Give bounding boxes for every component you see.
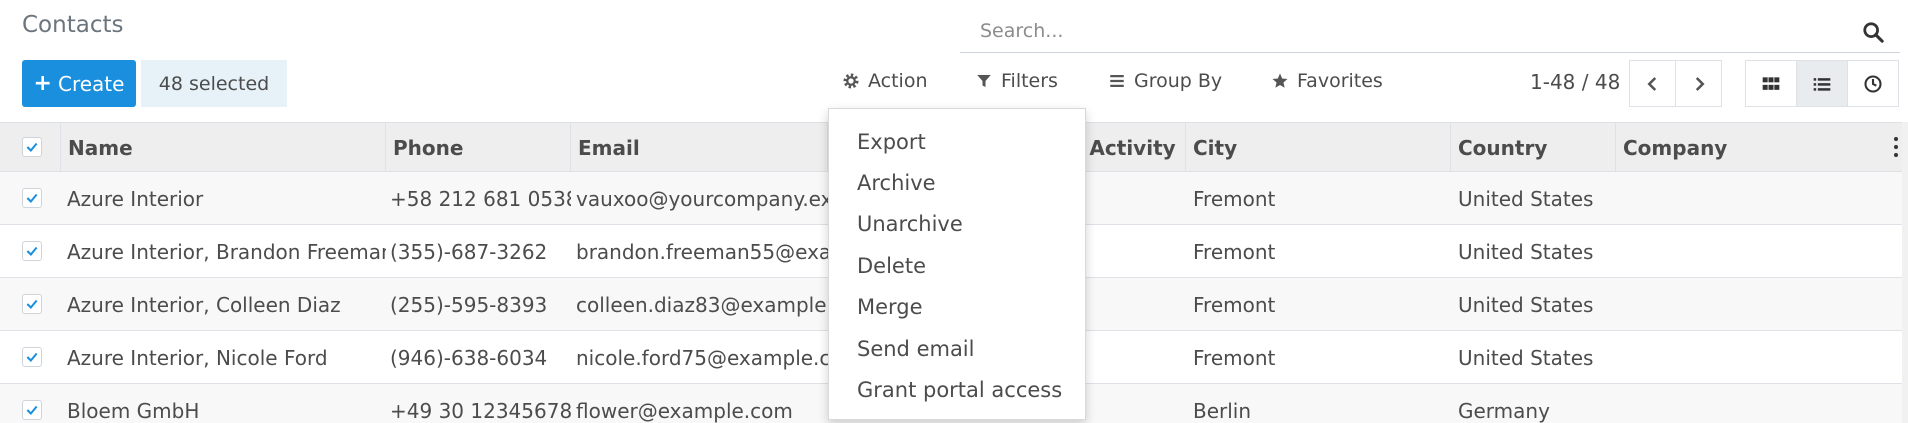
cell-name: Azure Interior, Nicole Ford xyxy=(67,345,328,370)
filters-button[interactable]: Filters xyxy=(975,70,1058,92)
cell-email: vauxoo@yourcompany.exa xyxy=(576,186,828,211)
kanban-view-button[interactable] xyxy=(1745,60,1797,107)
action-label: Action xyxy=(868,70,928,92)
menu-item-unarchive[interactable]: Unarchive xyxy=(829,204,1085,245)
filter-icon xyxy=(977,75,991,87)
menu-item-merge[interactable]: Merge xyxy=(829,287,1085,328)
column-header-country[interactable]: Country xyxy=(1451,123,1616,172)
cell-phone: (946)-638-6034 xyxy=(390,345,548,370)
menu-item-archive[interactable]: Archive xyxy=(829,162,1085,203)
filters-label: Filters xyxy=(1001,70,1058,92)
check-icon xyxy=(26,299,38,310)
cell-company xyxy=(1616,172,1902,225)
vertical-scrollbar[interactable] xyxy=(1902,122,1908,423)
cell-city: Fremont xyxy=(1193,345,1276,370)
cell-company xyxy=(1616,278,1902,331)
pager-next-button[interactable] xyxy=(1675,60,1722,107)
create-button-label: Create xyxy=(57,71,125,96)
check-icon xyxy=(26,142,38,153)
action-dropdown-menu: Export Archive Unarchive Delete Merge Se… xyxy=(828,108,1086,420)
cell-country: United States xyxy=(1458,186,1594,211)
cell-email: brandon.freeman55@exam xyxy=(576,239,828,264)
chevron-right-icon xyxy=(1695,76,1705,91)
list-bars-icon xyxy=(1110,75,1124,87)
row-checkbox[interactable] xyxy=(22,347,42,367)
action-button[interactable]: Action xyxy=(842,70,928,92)
chevron-left-icon xyxy=(1646,76,1656,91)
cell-country: United States xyxy=(1458,292,1594,317)
cell-name: Bloem GmbH xyxy=(67,398,200,423)
check-icon xyxy=(26,193,38,204)
search-input[interactable] xyxy=(960,13,1860,49)
row-checkbox[interactable] xyxy=(22,188,42,208)
group-by-button[interactable]: Group By xyxy=(1108,70,1222,92)
cell-city: Berlin xyxy=(1193,398,1252,423)
optional-columns-icon[interactable] xyxy=(1892,135,1900,159)
column-header-name[interactable]: Name xyxy=(60,123,386,172)
check-icon xyxy=(26,246,38,257)
group-by-label: Group By xyxy=(1134,70,1223,92)
cell-email: flower@example.com xyxy=(576,398,793,423)
cell-name: Azure Interior, Colleen Diaz xyxy=(67,292,341,317)
cell-company xyxy=(1616,225,1902,278)
row-checkbox[interactable] xyxy=(22,241,42,261)
menu-item-delete[interactable]: Delete xyxy=(829,245,1085,286)
cell-phone: +58 212 681 0538 xyxy=(390,186,571,211)
menu-item-export[interactable]: Export xyxy=(829,121,1085,162)
row-checkbox[interactable] xyxy=(22,400,42,420)
breadcrumb: Contacts xyxy=(22,12,124,38)
column-header-company[interactable]: Company xyxy=(1616,123,1908,172)
menu-item-send-email[interactable]: Send email xyxy=(829,328,1085,369)
favorites-button[interactable]: Favorites xyxy=(1271,70,1383,92)
column-header-email[interactable]: Email xyxy=(571,123,828,172)
check-icon xyxy=(26,352,38,363)
selected-count-badge: 48 selected xyxy=(141,60,287,107)
menu-item-grant-portal-access[interactable]: Grant portal access xyxy=(829,369,1085,410)
cell-phone: (355)-687-3262 xyxy=(390,239,548,264)
gear-icon xyxy=(843,73,859,89)
activity-view-button[interactable] xyxy=(1847,60,1899,107)
column-header-phone[interactable]: Phone xyxy=(386,123,571,172)
cell-name: Azure Interior, Brandon Freeman xyxy=(67,239,386,264)
search-bar xyxy=(960,13,1900,53)
cell-city: Fremont xyxy=(1193,239,1276,264)
cell-email: colleen.diaz83@example.c xyxy=(576,292,828,317)
star-icon xyxy=(1272,73,1288,88)
column-header-city[interactable]: City xyxy=(1186,123,1451,172)
cell-phone: +49 30 12345678 xyxy=(390,398,571,423)
row-checkbox[interactable] xyxy=(22,294,42,314)
cell-country: Germany xyxy=(1458,398,1550,423)
select-all-checkbox[interactable] xyxy=(22,137,42,157)
cell-name: Azure Interior xyxy=(67,186,204,211)
cell-country: United States xyxy=(1458,345,1594,370)
cell-phone: (255)-595-8393 xyxy=(390,292,548,317)
clock-icon xyxy=(1864,74,1882,93)
search-icon[interactable] xyxy=(1862,21,1884,43)
cell-company xyxy=(1616,384,1902,423)
pager-value[interactable]: 1-48 / 48 xyxy=(1530,70,1620,94)
cell-city: Fremont xyxy=(1193,186,1276,211)
create-button[interactable]: + Create xyxy=(22,60,136,107)
cell-country: United States xyxy=(1458,239,1594,264)
cell-email: nicole.ford75@example.co xyxy=(576,345,828,370)
grid-icon xyxy=(1762,76,1780,90)
check-icon xyxy=(26,405,38,416)
list-view-button[interactable] xyxy=(1796,60,1848,107)
plus-icon: + xyxy=(33,71,52,96)
cell-city: Fremont xyxy=(1193,292,1276,317)
list-icon xyxy=(1813,77,1831,91)
pager-previous-button[interactable] xyxy=(1629,60,1676,107)
cell-company xyxy=(1616,331,1902,384)
favorites-label: Favorites xyxy=(1297,70,1383,92)
